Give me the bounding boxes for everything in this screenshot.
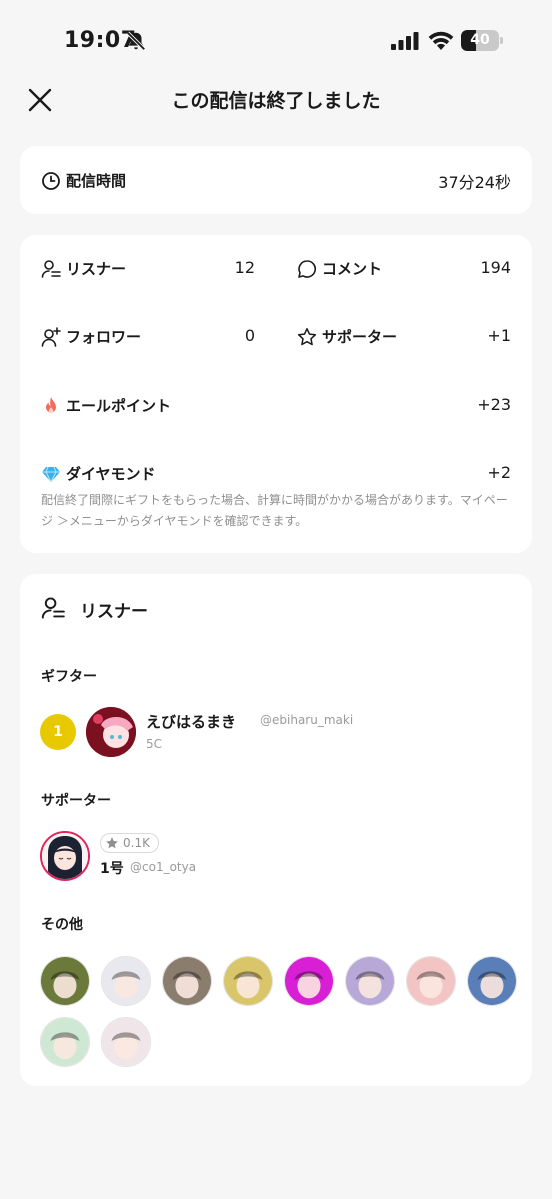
- supporters-title: サポーター: [41, 793, 111, 809]
- diamonds-value: +2: [487, 463, 511, 482]
- fire-icon: [46, 397, 56, 414]
- supporter-badge: 0.1K: [100, 833, 159, 853]
- supporter-row[interactable]: 0.1K 1号 @co1_otya: [40, 830, 510, 886]
- followers-value: 0: [244, 326, 255, 345]
- listeners-value: 12: [234, 258, 255, 277]
- supporter-avatar[interactable]: [40, 831, 90, 881]
- other-listener-avatar[interactable]: [40, 1017, 90, 1067]
- followers-label: フォロワー: [66, 328, 142, 346]
- yell-points-label: エールポイント: [66, 397, 172, 415]
- diamonds-label: ダイヤモンド: [66, 465, 156, 483]
- battery-percentage: 40: [470, 32, 490, 48]
- other-listener-avatar[interactable]: [223, 956, 273, 1006]
- other-listener-avatar[interactable]: [101, 956, 151, 1006]
- star-icon: [106, 837, 118, 849]
- other-listener-avatar[interactable]: [345, 956, 395, 1006]
- cellular-signal-icon: [391, 32, 419, 50]
- duration-card: 配信時間 37分24秒: [20, 146, 532, 214]
- gifter-amount: 5C: [146, 737, 163, 751]
- listeners-label: リスナー: [66, 260, 127, 278]
- gifter-avatar[interactable]: [86, 707, 136, 757]
- diamond-note: 配信終了間際にギフトをもらった場合、計算に時間がかかる場合があります。マイページ…: [41, 493, 508, 528]
- rank-badge: 1: [40, 714, 76, 750]
- gifters-title: ギフター: [41, 669, 97, 685]
- duration-label: 配信時間: [66, 172, 127, 190]
- avatar-image: [86, 707, 136, 757]
- status-bar: 19:07 40: [0, 0, 552, 80]
- duration-value: 37分24秒: [438, 173, 511, 192]
- avatar-image: [42, 833, 88, 879]
- bell-muted-icon: [126, 31, 146, 51]
- gifter-row[interactable]: 1 えびはるまき @ebiharu_maki 5C: [40, 704, 510, 760]
- listeners-card: リスナー ギフター 1 えびはるまき @ebiharu_maki 5C サポータ…: [20, 574, 532, 1086]
- listeners-section-title: リスナー: [80, 602, 148, 622]
- listener-icon: [41, 260, 61, 278]
- comments-label: コメント: [322, 260, 383, 278]
- comment-icon: [298, 260, 316, 278]
- others-avatar-grid: [40, 956, 520, 1068]
- rank-number: 1: [53, 724, 63, 740]
- follower-add-icon: [41, 327, 61, 347]
- supporter-handle: @co1_otya: [130, 860, 197, 874]
- other-listener-avatar[interactable]: [467, 956, 517, 1006]
- supporters-value: +1: [487, 326, 511, 345]
- star-icon: [297, 328, 317, 346]
- other-listener-avatar[interactable]: [284, 956, 334, 1006]
- other-listener-avatar[interactable]: [162, 956, 212, 1006]
- page-title: この配信は終了しました: [171, 90, 381, 112]
- supporter-badge-value: 0.1K: [123, 836, 150, 850]
- others-title: その他: [41, 917, 83, 933]
- yell-points-value: +23: [477, 395, 511, 414]
- gifter-name: えびはるまき: [146, 713, 237, 731]
- battery-indicator: 40: [461, 30, 503, 51]
- clock-icon: [42, 172, 60, 190]
- supporter-name: 1号: [100, 861, 124, 877]
- supporters-label: サポーター: [322, 328, 398, 346]
- other-listener-avatar[interactable]: [40, 956, 90, 1006]
- header: この配信は終了しました: [0, 80, 552, 120]
- other-listener-avatar[interactable]: [101, 1017, 151, 1067]
- other-listener-avatar[interactable]: [406, 956, 456, 1006]
- comments-value: 194: [480, 258, 511, 277]
- gifter-handle: @ebiharu_maki: [260, 713, 354, 727]
- listener-icon: [41, 597, 65, 619]
- stats-card: リスナー 12 コメント 194 フォロワー 0 サポーター +1 エールポイン…: [20, 235, 532, 553]
- wifi-icon: [428, 31, 454, 50]
- diamond-icon: [42, 466, 60, 483]
